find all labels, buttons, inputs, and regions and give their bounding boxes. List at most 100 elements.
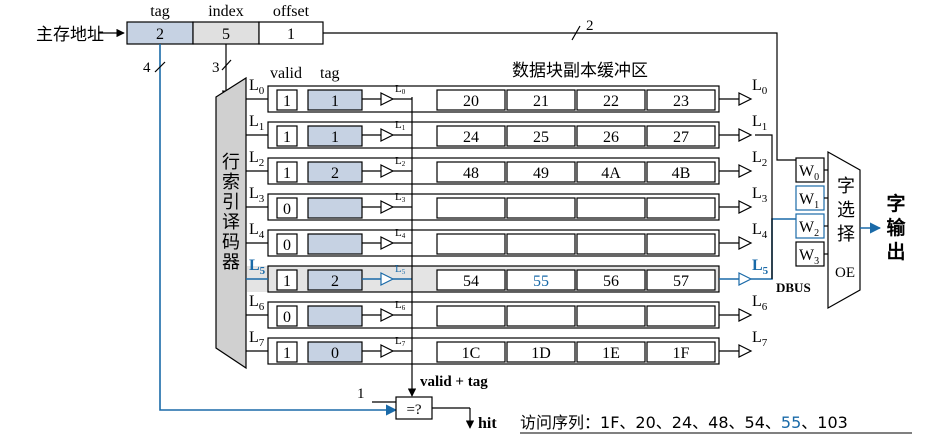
sequence-item: 48: [708, 413, 728, 432]
buffer-label: L7: [395, 335, 406, 348]
tristate-buffer-icon: [380, 164, 395, 178]
tag-header: tag: [150, 3, 170, 20]
data-word: 26: [603, 129, 619, 146]
valid-bit: 1: [283, 345, 291, 362]
cache-line-5: L51 2L554 55 56 57L5: [246, 257, 769, 293]
line-output-label: L7: [752, 329, 768, 349]
data-word-box: [436, 233, 506, 255]
decoder-char: 器: [222, 252, 240, 273]
data-word: 25: [533, 129, 549, 146]
sequence-item: 54: [745, 413, 765, 432]
sequence-separator: 、: [692, 413, 708, 432]
output-buffer-icon: [738, 344, 753, 358]
tristate-buffer-icon: [380, 236, 395, 250]
decoder-char: 引: [222, 192, 240, 213]
data-buffer-header: 数据块副本缓冲区: [512, 61, 648, 81]
sequence-separator: 、: [801, 413, 817, 432]
data-word: 1C: [462, 345, 481, 362]
dbus-label: DBUS: [776, 280, 811, 295]
access-sequence: 访问序列：1F、20、24、48、54、55、103: [520, 413, 848, 432]
line-label: L4: [249, 221, 265, 241]
tag-column-header: tag: [320, 65, 340, 82]
mux-char: 择: [837, 224, 855, 245]
valid-bit: 1: [283, 129, 291, 146]
line-output-label: L6: [752, 293, 768, 313]
line-label: L0: [249, 77, 265, 97]
data-word-box: [646, 233, 716, 255]
data-word: 4A: [601, 165, 621, 182]
tristate-buffer-icon: [380, 308, 395, 322]
data-word: 1F: [673, 345, 690, 362]
buffer-label: L4: [395, 227, 406, 240]
line-output-label: L3: [752, 185, 768, 205]
data-word: 4B: [672, 165, 691, 182]
cache-line-4: L4 0 L4 L4: [246, 221, 768, 257]
output-buffer-icon: [738, 128, 753, 142]
data-word-box: [576, 305, 646, 327]
sequence-separator: 、: [765, 413, 781, 432]
tristate-buffer-icon: [380, 344, 395, 358]
tag-value: 1: [331, 93, 339, 110]
data-word: 1E: [602, 345, 620, 362]
data-word: 22: [603, 93, 619, 110]
line-output-label: L1: [752, 113, 767, 133]
output-buffer-icon: [738, 92, 753, 106]
valid-tag-label: valid + tag: [420, 374, 488, 390]
valid-bit: 1: [283, 273, 291, 290]
output-buffer-icon: [738, 272, 753, 286]
line-output-label: L0: [752, 77, 768, 97]
data-word: 56: [603, 273, 619, 290]
output-char: 输: [886, 216, 906, 239]
data-word: 57: [673, 273, 689, 290]
data-word: 23: [673, 93, 689, 110]
valid-bit: 1: [283, 93, 291, 110]
buffer-label: L0: [395, 83, 406, 96]
line-output-label: L5: [752, 257, 769, 277]
data-word: 55: [533, 273, 549, 290]
cache-line-1: L1 1 1 L1 24 25 26 27 L1: [246, 113, 767, 149]
offset-width: 2: [586, 18, 594, 34]
data-word: 24: [463, 129, 479, 146]
tag-value: 2: [156, 26, 164, 43]
hit-label: hit: [478, 415, 497, 432]
line-label: L2: [249, 149, 264, 169]
data-word-box: [436, 305, 506, 327]
decoder-char: 译: [222, 212, 240, 233]
buffer-label: L3: [395, 191, 406, 204]
address-label: 主存地址: [36, 25, 104, 45]
oe-label: OE: [835, 265, 855, 281]
data-word: 20: [463, 93, 479, 110]
tag-width: 4: [143, 60, 151, 76]
tag-value: 1: [331, 129, 339, 146]
tag-value: 0: [331, 345, 339, 362]
line-output-label: L4: [752, 221, 768, 241]
sequence-item: 20: [635, 413, 655, 432]
output-buffer-icon: [738, 308, 753, 322]
cache-line-0: L0 1 1 L0 20 21 22 23 L0: [246, 77, 768, 113]
data-word: 49: [533, 165, 549, 182]
sequence-separator: 、: [729, 413, 745, 432]
output-buffer-icon: [738, 236, 753, 250]
line-label: L6: [249, 293, 265, 313]
output-buffer-icon: [738, 200, 753, 214]
tristate-buffer-icon: [380, 128, 395, 142]
valid-bit: 0: [283, 201, 291, 218]
data-word-box: [576, 233, 646, 255]
line-label: L7: [249, 329, 265, 349]
mux-char: 选: [837, 200, 855, 221]
sequence-label: 访问序列：: [520, 413, 600, 432]
index-value: 5: [222, 26, 230, 43]
data-word-box: [436, 197, 506, 219]
data-word-box: [646, 305, 716, 327]
index-width: 3: [212, 60, 220, 76]
data-word-box: [576, 197, 646, 219]
data-word: 27: [673, 129, 689, 146]
const-one: 1: [357, 386, 365, 402]
data-word-box: [646, 197, 716, 219]
output-char: 字: [886, 192, 905, 215]
cache-line-2: L2 1 2 L2 48 49 4A 4B L2: [246, 149, 767, 185]
offset-value: 1: [287, 26, 295, 43]
buffer-label: L6: [395, 299, 406, 312]
tag-box: [307, 305, 363, 327]
valid-bit: 0: [283, 237, 291, 254]
